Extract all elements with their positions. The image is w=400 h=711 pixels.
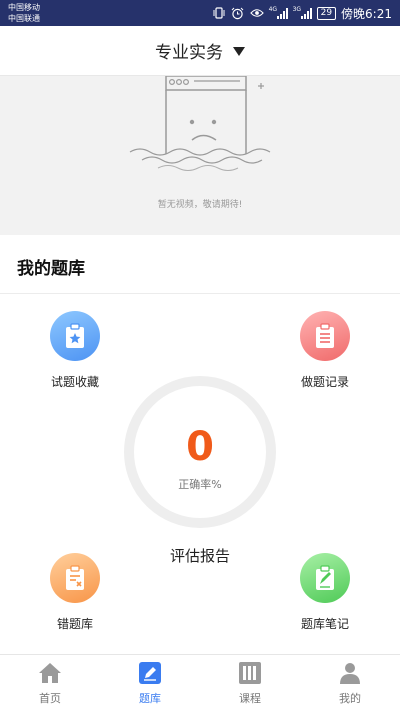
clock: 傍晚6:21 [341,6,392,21]
accuracy-label: 正确率% [178,478,222,491]
nav-question-bank[interactable]: 题库 [100,655,200,711]
status-bar: 中国移动 中国联通 4G 3G 29 傍晚6:21 [0,0,400,26]
nav-home-label: 首页 [39,692,61,705]
nav-mine-label: 我的 [339,692,361,705]
notes-label: 题库笔记 [300,617,349,631]
accuracy-value: 0 [186,424,214,470]
books-icon [238,661,262,685]
carrier-info: 中国移动 中国联通 [8,2,40,24]
signal-icon-1: 4G [268,5,288,19]
subject-selector[interactable]: 专业实务 [0,26,400,76]
wrong-questions-label: 错题库 [56,617,93,631]
bottom-nav: 首页 题库 课程 我的 [0,654,400,711]
question-bank-header: 我的题库 [0,235,400,294]
edit-icon [138,661,162,685]
carrier-2: 中国联通 [8,14,40,23]
network-tag-1: 4G [268,5,278,13]
clipboard-x-icon [50,553,100,603]
nav-question-bank-label: 题库 [139,692,161,705]
network-tag-2: 3G [292,5,302,13]
video-placeholder: 暂无视频，敬请期待! [0,76,400,235]
empty-video-text: 暂无视频，敬请期待! [157,200,243,210]
favorites-label: 试题收藏 [50,375,99,389]
page-title: 专业实务 [155,43,223,63]
caret-down-icon [233,47,245,56]
status-icons: 4G 3G 29 傍晚6:21 [212,4,392,22]
practice-records-button[interactable]: 做题记录 [270,311,380,390]
wrong-questions-button[interactable]: 错题库 [20,553,130,632]
vibrate-icon [212,7,226,19]
notes-button[interactable]: 题库笔记 [270,553,380,632]
person-icon [338,661,362,685]
home-icon [38,661,62,685]
nav-courses-label: 课程 [239,692,261,705]
section-title: 我的题库 [17,259,85,279]
carrier-1: 中国移动 [8,3,40,12]
clipboard-list-icon [300,311,350,361]
practice-records-label: 做题记录 [300,375,349,389]
battery-indicator: 29 [316,6,337,20]
eye-icon [249,7,264,19]
signal-icon-2: 3G [292,5,312,19]
clipboard-pen-icon [300,553,350,603]
nav-mine[interactable]: 我的 [300,655,400,711]
nav-courses[interactable]: 课程 [200,655,300,711]
empty-box-icon [129,76,271,171]
nav-home[interactable]: 首页 [0,655,100,711]
alarm-icon [231,7,245,19]
accuracy-ring: 0 正确率% [124,376,276,528]
clipboard-star-icon [50,311,100,361]
favorites-button[interactable]: 试题收藏 [20,311,130,390]
